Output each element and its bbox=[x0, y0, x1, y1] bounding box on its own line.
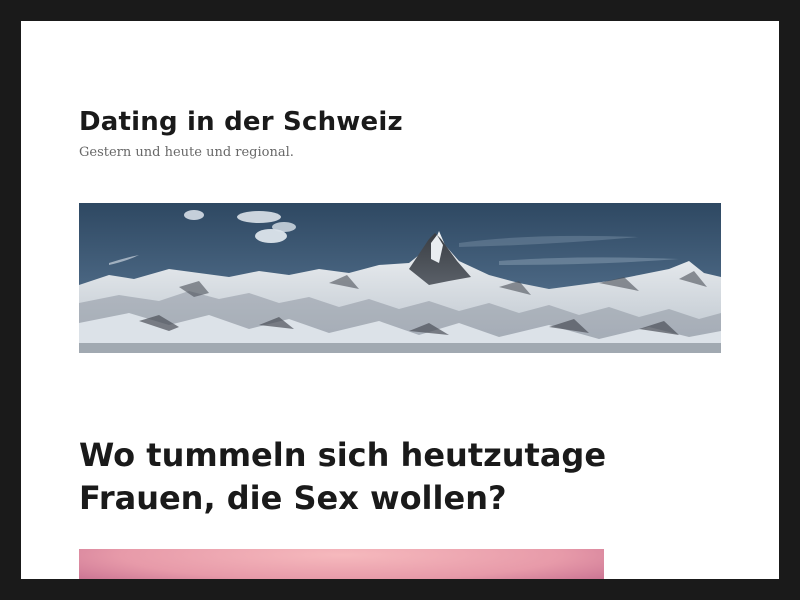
site-title-link[interactable]: Dating in der Schweiz bbox=[79, 101, 403, 143]
post-thumbnail-image bbox=[79, 549, 604, 579]
post-title-link[interactable]: Wo tummeln sich heutzutage Frauen, die S… bbox=[79, 434, 679, 520]
page-frame: Dating in der Schweiz Gestern und heute … bbox=[21, 21, 779, 579]
site-description: Gestern und heute und regional. bbox=[79, 145, 294, 160]
site-header: Dating in der Schweiz Gestern und heute … bbox=[79, 101, 721, 163]
post-thumbnail[interactable] bbox=[79, 549, 604, 579]
header-image[interactable] bbox=[79, 203, 721, 353]
mountain-panorama-image bbox=[79, 203, 721, 353]
